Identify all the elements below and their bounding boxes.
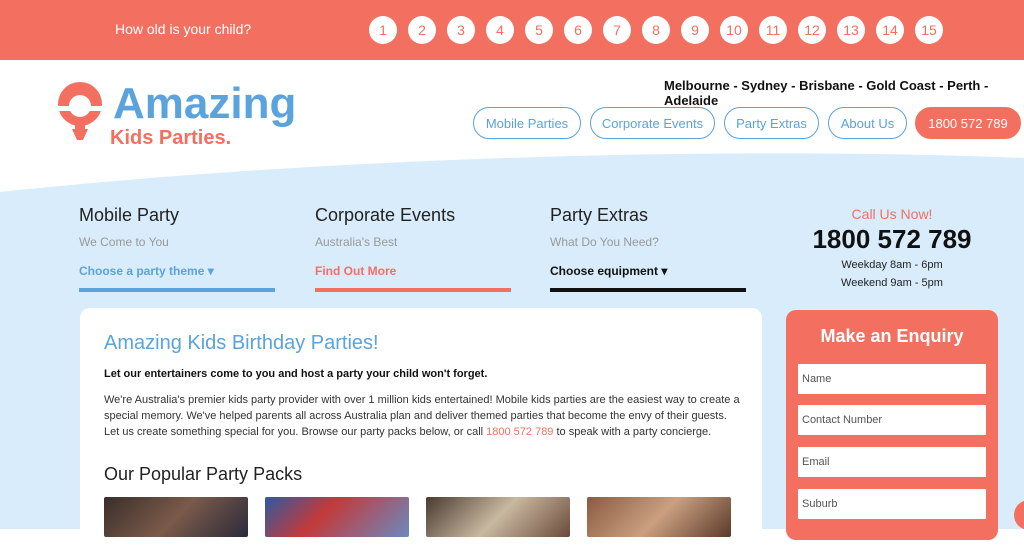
party-pack-image[interactable]	[265, 497, 409, 537]
call-label: Call Us Now!	[851, 206, 933, 222]
age-button[interactable]: 3	[447, 16, 475, 44]
age-button[interactable]: 2	[408, 16, 436, 44]
site-logo[interactable]: Amazing Kids Parties.	[55, 74, 335, 154]
intro-paragraph: We're Australia's premier kids party pro…	[104, 392, 744, 440]
name-field[interactable]: Name	[798, 364, 986, 394]
service-title: Party Extras	[550, 205, 649, 225]
choose-theme-dropdown[interactable]: Choose a party theme ▾	[79, 264, 275, 278]
balloon-icon	[57, 82, 103, 140]
party-pack-image[interactable]	[426, 497, 570, 537]
age-question: How old is your child?	[115, 21, 252, 37]
service-mobile-party: Mobile Party We Come to You Choose a par…	[79, 205, 275, 292]
service-underline	[550, 288, 746, 292]
age-button[interactable]: 13	[837, 16, 865, 44]
intro-lead: Let our entertainers come to you and hos…	[104, 368, 488, 380]
party-pack-list	[104, 497, 731, 537]
age-button[interactable]: 6	[564, 16, 592, 44]
city-list: Melbourne - Sydney - Brisbane - Gold Coa…	[664, 78, 989, 108]
service-subtitle: We Come to You	[79, 235, 169, 249]
enquiry-form: Make an Enquiry Name Contact Number Emai…	[786, 310, 998, 540]
service-underline	[315, 288, 511, 292]
call-number[interactable]: 1800 572 789	[786, 224, 998, 255]
age-button[interactable]: 4	[486, 16, 514, 44]
logo-tagline: Kids Parties.	[110, 127, 231, 149]
age-list: 1 2 3 4 5 6 7 8 9 10 11 12 13 14 15	[369, 16, 943, 44]
choose-equipment-dropdown[interactable]: Choose equipment ▾	[550, 264, 746, 278]
suburb-field[interactable]: Suburb	[798, 489, 986, 519]
nav-about-us[interactable]: About Us	[828, 107, 907, 139]
service-underline	[79, 288, 275, 292]
age-button[interactable]: 5	[525, 16, 553, 44]
service-party-extras: Party Extras What Do You Need? Choose eq…	[550, 205, 746, 292]
age-button[interactable]: 15	[915, 16, 943, 44]
weekend-hours: Weekend 9am - 5pm	[841, 277, 943, 289]
age-button[interactable]: 11	[759, 16, 787, 44]
age-button[interactable]: 12	[798, 16, 826, 44]
email-field[interactable]: Email	[798, 447, 986, 477]
intro-text-end: to speak with a party concierge.	[553, 426, 712, 438]
weekday-hours: Weekday 8am - 6pm	[841, 259, 943, 271]
nav-corporate-events[interactable]: Corporate Events	[590, 107, 715, 139]
age-selector-bar: How old is your child? 1 2 3 4 5 6 7 8 9…	[0, 0, 1024, 60]
service-subtitle: Australia's Best	[315, 235, 398, 249]
party-pack-image[interactable]	[587, 497, 731, 537]
nav-mobile-parties[interactable]: Mobile Parties	[473, 107, 581, 139]
contact-number-field[interactable]: Contact Number	[798, 405, 986, 435]
page-title: Amazing Kids Birthday Parties!	[104, 332, 379, 354]
age-button[interactable]: 10	[720, 16, 748, 44]
find-out-more-link[interactable]: Find Out More	[315, 264, 511, 278]
service-title: Corporate Events	[315, 205, 456, 225]
service-corporate-events: Corporate Events Australia's Best Find O…	[315, 205, 511, 292]
inline-phone-link[interactable]: 1800 572 789	[486, 426, 553, 438]
intro-card: Amazing Kids Birthday Parties! Let our e…	[80, 308, 762, 548]
age-button[interactable]: 8	[642, 16, 670, 44]
age-button[interactable]: 14	[876, 16, 904, 44]
nav-phone-button[interactable]: 1800 572 789	[915, 107, 1021, 139]
service-subtitle: What Do You Need?	[550, 235, 659, 249]
service-title: Mobile Party	[79, 205, 180, 225]
party-packs-heading: Our Popular Party Packs	[104, 464, 303, 484]
wave-divider	[0, 150, 1024, 192]
age-button[interactable]: 1	[369, 16, 397, 44]
logo-wordmark: Amazing	[113, 79, 296, 128]
enquiry-title: Make an Enquiry	[820, 326, 964, 346]
age-button[interactable]: 7	[603, 16, 631, 44]
nav-party-extras[interactable]: Party Extras	[724, 107, 819, 139]
party-pack-image[interactable]	[104, 497, 248, 537]
call-us-panel: Call Us Now! 1800 572 789 Weekday 8am - …	[786, 206, 998, 291]
age-button[interactable]: 9	[681, 16, 709, 44]
